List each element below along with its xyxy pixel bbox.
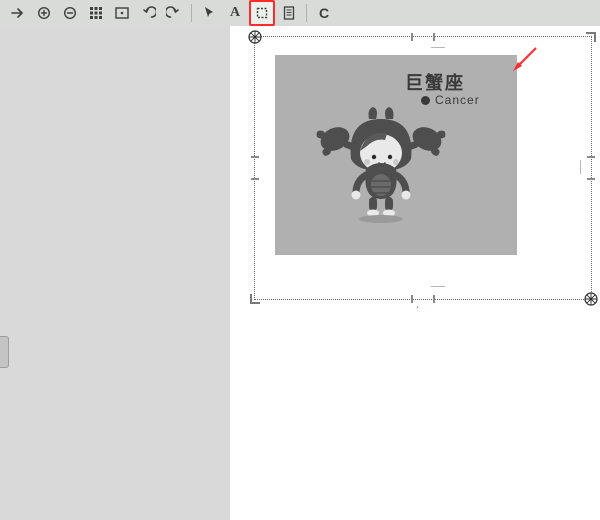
guide-bottom — [431, 284, 445, 287]
cancer-character-icon — [275, 55, 517, 255]
refresh-label: C — [319, 6, 329, 20]
corner-handle-bl[interactable] — [250, 294, 260, 304]
corner-handle-tr[interactable] — [586, 32, 596, 42]
crop-tool-icon[interactable] — [249, 0, 275, 26]
mid-handle-left[interactable] — [254, 156, 256, 180]
document-icon[interactable] — [277, 1, 301, 25]
mid-handle-top[interactable] — [411, 36, 435, 38]
zoom-in-icon[interactable] — [32, 1, 56, 25]
refresh-icon[interactable]: C — [312, 1, 336, 25]
canvas-area[interactable]: 巨蟹座 Cancer — [240, 26, 600, 520]
forward-arrow-icon[interactable] — [6, 1, 30, 25]
side-panel — [0, 26, 230, 520]
toolbar-separator — [306, 4, 307, 22]
grid-icon[interactable] — [84, 1, 108, 25]
undo-icon[interactable] — [136, 1, 160, 25]
selection-frame[interactable]: 巨蟹座 Cancer — [254, 36, 592, 300]
text-tool-label: A — [230, 6, 240, 20]
text-tool-icon[interactable]: A — [223, 1, 247, 25]
pointer-icon[interactable] — [197, 1, 221, 25]
toolbar-separator — [191, 4, 192, 22]
mid-handle-bottom[interactable] — [411, 298, 435, 300]
redo-icon[interactable] — [162, 1, 186, 25]
rotate-handle-tl-icon[interactable] — [248, 30, 262, 44]
panel-gutter — [230, 26, 240, 520]
panel-grip[interactable] — [0, 336, 9, 368]
mid-handle-right[interactable] — [590, 156, 592, 180]
rotate-handle-br-icon[interactable] — [584, 292, 598, 306]
guide-top — [431, 47, 445, 50]
guide-right — [578, 160, 581, 174]
artwork-image: 巨蟹座 Cancer — [275, 55, 517, 255]
zoom-out-icon[interactable] — [58, 1, 82, 25]
annotation-arrow-icon — [416, 296, 418, 436]
toolbar: A C — [0, 0, 600, 27]
fit-screen-icon[interactable] — [110, 1, 134, 25]
